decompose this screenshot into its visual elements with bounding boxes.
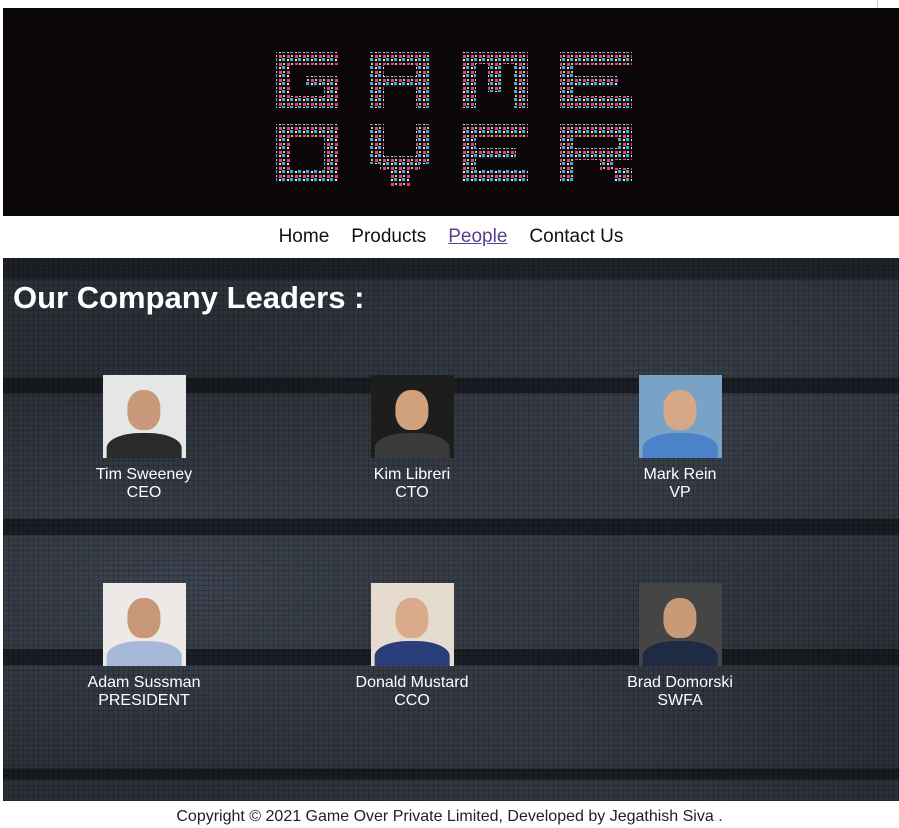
leaders-section: Our Company Leaders : Tim Sweeney CEO Ki… xyxy=(3,258,899,801)
leader-card: Tim Sweeney CEO xyxy=(54,375,234,502)
nav-link-contact-us[interactable]: Contact Us xyxy=(518,226,634,248)
nav-link-people[interactable]: People xyxy=(437,226,518,248)
leader-card: Donald Mustard CCO xyxy=(322,583,502,710)
leader-role: SWFA xyxy=(657,692,703,709)
leader-photo xyxy=(370,375,454,458)
nav-link-products[interactable]: Products xyxy=(340,226,437,248)
leader-photo xyxy=(638,583,722,666)
leader-name: Brad Domorski xyxy=(627,674,733,691)
leader-role: PRESIDENT xyxy=(98,692,190,709)
leader-role: CCO xyxy=(394,692,430,709)
page-title: Our Company Leaders : xyxy=(13,280,365,315)
leader-photo xyxy=(102,583,186,666)
nav-link-home[interactable]: Home xyxy=(268,226,341,248)
game-over-logo-art xyxy=(276,52,632,186)
leader-name: Adam Sussman xyxy=(87,674,201,691)
leader-photo xyxy=(370,583,454,666)
leader-role: VP xyxy=(669,484,691,501)
leader-name: Tim Sweeney xyxy=(95,466,193,483)
footer-copyright: Copyright © 2021 Game Over Private Limit… xyxy=(176,808,723,825)
leader-name: Kim Libreri xyxy=(373,466,451,483)
main-nav: Home Products People Contact Us xyxy=(3,216,899,258)
leader-role: CTO xyxy=(395,484,429,501)
leader-name: Mark Rein xyxy=(643,466,717,483)
leader-card: Mark Rein VP xyxy=(590,375,770,502)
leader-card: Brad Domorski SWFA xyxy=(590,583,770,710)
leader-name: Donald Mustard xyxy=(355,674,469,691)
leader-card: Adam Sussman PRESIDENT xyxy=(54,583,234,710)
leader-photo xyxy=(638,375,722,458)
game-over-logo xyxy=(270,38,642,194)
header-banner xyxy=(3,8,899,216)
leader-photo xyxy=(102,375,186,458)
leader-role: CEO xyxy=(126,484,162,501)
leader-card: Kim Libreri CTO xyxy=(322,375,502,502)
